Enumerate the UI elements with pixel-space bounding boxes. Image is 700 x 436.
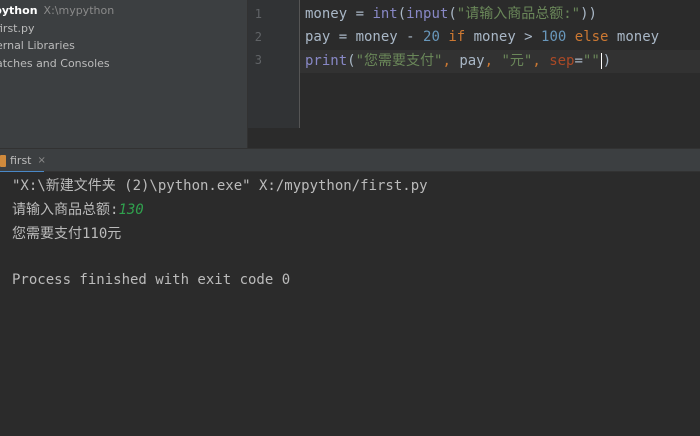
code-token: , bbox=[484, 53, 502, 69]
code-token: = bbox=[574, 53, 583, 69]
run-tab[interactable]: first × bbox=[0, 149, 54, 173]
line-number: 1 bbox=[254, 7, 262, 21]
code-token: "元" bbox=[501, 53, 533, 69]
code-token: , bbox=[442, 53, 460, 69]
console-prompt-line: 请输入商品总额:130 bbox=[12, 200, 144, 220]
console-command-line: "X:\新建文件夹 (2)\python.exe" X:/mypython/fi… bbox=[12, 178, 428, 194]
code-token: 20 bbox=[423, 29, 440, 45]
code-token: print bbox=[305, 53, 348, 69]
run-console[interactable]: "X:\新建文件夹 (2)\python.exe" X:/mypython/fi… bbox=[0, 172, 700, 436]
project-panel: python X:\mypython first.py ernal Librari… bbox=[0, 0, 247, 148]
code-token: if bbox=[448, 29, 466, 45]
console-exit-message: Process finished with exit code 0 bbox=[12, 272, 291, 288]
code-token: ( bbox=[347, 53, 356, 69]
line-number: 2 bbox=[254, 30, 262, 44]
code-token: else bbox=[574, 29, 609, 45]
text-caret bbox=[600, 53, 602, 69]
code-token: )) bbox=[580, 6, 597, 22]
code-line[interactable]: money = int(input("请输入商品总额:")) bbox=[305, 3, 597, 26]
code-editor[interactable]: 1 2 3 money = int(input("请输入商品总额:")) pay… bbox=[248, 0, 700, 148]
run-tab-label: first bbox=[10, 154, 32, 167]
console-output-line: 您需要支付110元 bbox=[12, 226, 122, 242]
code-token: money = bbox=[305, 6, 373, 22]
tree-item-scratches[interactable]: atches and Consoles bbox=[0, 55, 110, 73]
code-token: 100 bbox=[541, 29, 567, 45]
line-gutter: 1 2 3 bbox=[248, 0, 300, 128]
console-user-input: 130 bbox=[118, 202, 144, 218]
code-token: "您需要支付" bbox=[355, 53, 443, 69]
code-token: ) bbox=[602, 53, 612, 69]
code-token: "" bbox=[582, 53, 600, 69]
tree-root-path: X:\mypython bbox=[43, 4, 115, 17]
editor-empty-area[interactable] bbox=[248, 128, 700, 148]
code-token: money bbox=[608, 29, 660, 45]
code-token: input bbox=[406, 6, 449, 22]
code-token: money > bbox=[465, 29, 542, 45]
tree-item-label: first.py bbox=[0, 22, 35, 35]
tree-item-external-libraries[interactable]: ernal Libraries bbox=[0, 37, 75, 55]
code-token: pay = money - bbox=[305, 29, 424, 45]
code-token: sep bbox=[549, 53, 575, 69]
run-toolwindow-header: first × bbox=[0, 148, 700, 173]
python-run-icon bbox=[0, 154, 6, 167]
tree-item-label: atches and Consoles bbox=[0, 57, 110, 70]
close-icon[interactable]: × bbox=[38, 155, 46, 166]
code-token: ( bbox=[397, 6, 407, 22]
tree-item-label: ernal Libraries bbox=[0, 39, 75, 52]
code-token: , bbox=[532, 53, 550, 69]
tree-root-name: python bbox=[0, 4, 38, 17]
tree-item-first-py[interactable]: first.py bbox=[0, 20, 34, 38]
tree-root[interactable]: python X:\mypython bbox=[0, 2, 114, 20]
code-token: "请输入商品总额:" bbox=[456, 6, 581, 22]
code-line[interactable]: print("您需要支付", pay, "元", sep="") bbox=[305, 50, 611, 73]
line-number: 3 bbox=[254, 53, 262, 67]
code-line[interactable]: pay = money - 20 if money > 100 else mon… bbox=[305, 26, 659, 49]
code-token: ( bbox=[448, 6, 457, 22]
console-prompt: 请输入商品总额: bbox=[12, 202, 119, 218]
code-token: int bbox=[372, 6, 398, 22]
code-token: pay bbox=[459, 53, 485, 69]
